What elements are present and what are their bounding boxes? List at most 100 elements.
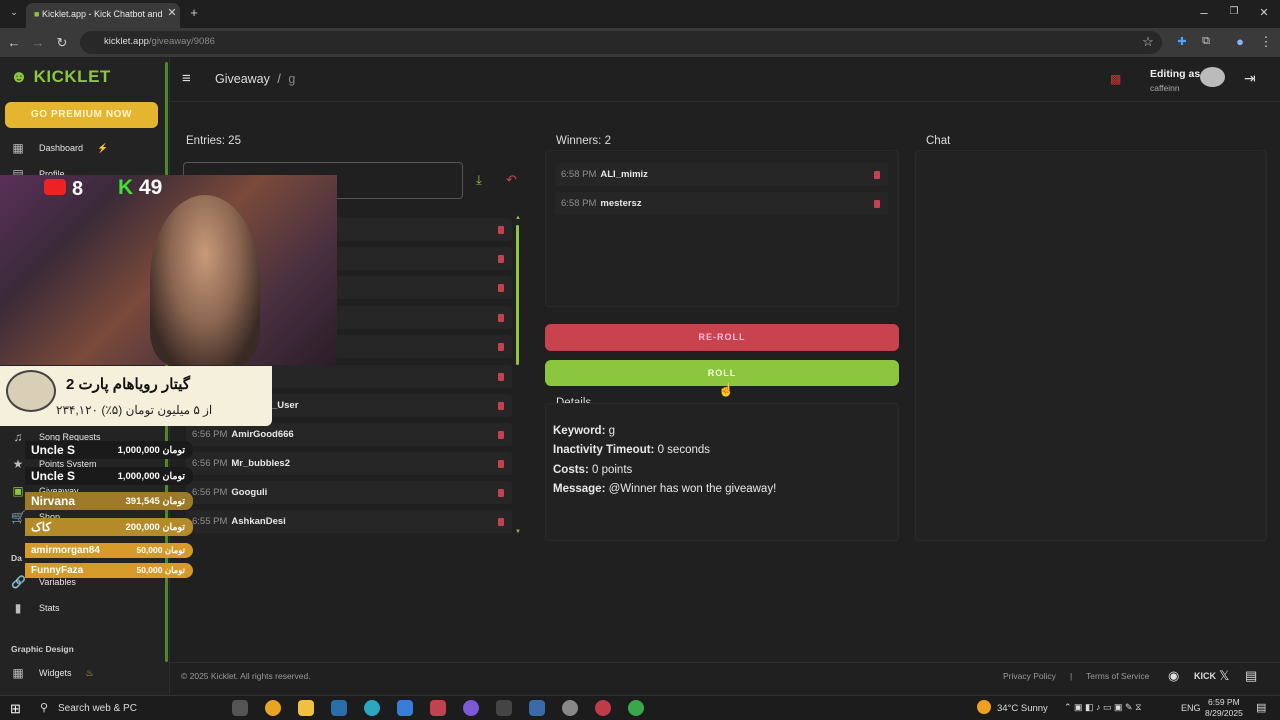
taskbar-search[interactable]: Search web & PC xyxy=(58,703,137,714)
entry-name: Mr_bubbles2 xyxy=(231,458,290,469)
audio-app-icon[interactable] xyxy=(496,700,512,716)
chrome-profile-icon[interactable] xyxy=(628,700,644,716)
music-icon: ♫ xyxy=(13,430,23,444)
docs-icon[interactable]: ▤ xyxy=(1245,668,1257,684)
donation-amount: 1,000,000 تومان xyxy=(117,444,185,456)
delete-icon[interactable] xyxy=(498,283,504,292)
entry-time: 6:55 PM xyxy=(192,516,228,527)
reload-icon[interactable]: ↻ xyxy=(54,35,70,51)
donation-amount: 50,000 تومان xyxy=(136,545,185,555)
sidebar-toggle-icon[interactable]: ≡ xyxy=(182,70,191,87)
extension-icon[interactable]: ✚ xyxy=(1174,35,1190,48)
delete-icon[interactable] xyxy=(498,313,504,322)
window-close-icon[interactable]: ✕ xyxy=(1256,6,1272,19)
sidebar-item-stats[interactable]: ▮ Stats xyxy=(11,600,60,616)
app-icon[interactable] xyxy=(463,700,479,716)
delete-icon[interactable] xyxy=(498,459,504,468)
file-explorer-icon[interactable] xyxy=(298,700,314,716)
forward-icon[interactable]: → xyxy=(30,35,46,50)
discord-icon[interactable]: ◉ xyxy=(1168,668,1179,684)
windows-start-icon[interactable]: ⊞ xyxy=(10,701,21,717)
stats-icon: ▮ xyxy=(14,601,22,615)
bolt-icon: ⚡ xyxy=(97,142,109,153)
delete-icon[interactable] xyxy=(498,342,504,351)
chrome-profile-icon[interactable] xyxy=(595,700,611,716)
detail-value: @Winner has won the giveaway! xyxy=(608,483,777,495)
logout-icon[interactable]: ⇥ xyxy=(1244,70,1256,87)
profile-avatar-icon[interactable]: ● xyxy=(1232,34,1248,49)
delete-icon[interactable] xyxy=(498,488,504,497)
entry-row: 6:56 PM Mr_bubbles2 xyxy=(186,452,512,475)
entry-time: 6:56 PM xyxy=(192,458,228,469)
app-icon[interactable] xyxy=(529,700,545,716)
reroll-button[interactable]: RE-ROLL xyxy=(545,324,899,351)
taskbar-search-icon[interactable]: ⚲ xyxy=(40,701,48,714)
app-icon[interactable] xyxy=(430,700,446,716)
entries-scrollbar[interactable] xyxy=(516,225,519,365)
user-avatar[interactable] xyxy=(1200,67,1225,87)
delete-icon[interactable] xyxy=(498,254,504,263)
donor-name: کاک xyxy=(31,520,52,534)
donation-amount: 200,000 تومان xyxy=(125,521,186,533)
language-flag-icon[interactable]: ▩ xyxy=(1110,72,1121,86)
tab-list-icon[interactable]: ⌄ xyxy=(6,7,22,18)
notifications-icon[interactable]: ▤ xyxy=(1256,701,1266,714)
delete-icon[interactable] xyxy=(498,430,504,439)
entry-row: 6:55 PM AshkanDesi xyxy=(186,510,512,533)
menu-kebab-icon[interactable]: ⋮ xyxy=(1258,34,1274,50)
kicklet-logo[interactable]: ☻ KICKLET xyxy=(10,67,111,87)
entry-name: Googuli xyxy=(231,487,268,498)
clock-date[interactable]: 8/29/2025 xyxy=(1205,708,1243,718)
task-view-icon[interactable] xyxy=(232,700,248,716)
browser-tab[interactable]: ■ Kicklet.app - Kick Chatbot and xyxy=(26,3,180,28)
bookmark-star-icon[interactable]: ☆ xyxy=(1140,34,1156,50)
undo-icon[interactable]: ↶ xyxy=(506,172,517,188)
steam-icon[interactable] xyxy=(331,700,347,716)
detail-value: g xyxy=(608,425,616,437)
new-tab-icon[interactable]: + xyxy=(186,5,202,20)
delete-icon[interactable] xyxy=(498,517,504,526)
tray-chevron-icon[interactable]: ⌃ ▣ ◧ ♪ ▭ ▣ ✎ ⧖ xyxy=(1064,702,1141,713)
delete-icon[interactable] xyxy=(874,170,880,179)
download-icon[interactable]: ⤓ xyxy=(476,172,482,188)
goal-progress: ۲۳۴,۱۲۰ از ۵ میلیون تومان (۵٪) xyxy=(56,403,213,417)
go-premium-button[interactable]: GO PREMIUM NOW xyxy=(5,102,158,128)
donation-row: Nirvana 391,545 تومان xyxy=(25,492,193,510)
detail-value: 0 points xyxy=(591,464,633,476)
language-indicator[interactable]: ENG xyxy=(1181,703,1201,713)
delete-icon[interactable] xyxy=(874,199,880,208)
chrome-icon[interactable] xyxy=(265,700,281,716)
delete-icon[interactable] xyxy=(498,225,504,234)
scroll-up-icon[interactable]: ▲ xyxy=(515,215,521,221)
extensions-puzzle-icon[interactable]: ⧉ xyxy=(1198,35,1214,48)
delete-icon[interactable] xyxy=(498,401,504,410)
winner-name: ALI_mimiz xyxy=(600,169,648,180)
star-icon: ★ xyxy=(12,457,24,471)
url-path: /giveaway/9086 xyxy=(148,36,215,47)
gift-icon: ▣ xyxy=(12,484,24,498)
entry-name: _User xyxy=(272,400,299,411)
address-bar[interactable]: kicklet.app/giveaway/9086 xyxy=(80,31,1162,54)
kick-icon[interactable]: KICK xyxy=(1194,671,1216,681)
scroll-down-icon[interactable]: ▼ xyxy=(515,529,521,535)
delete-icon[interactable] xyxy=(498,372,504,381)
clock-time[interactable]: 6:59 PM xyxy=(1208,697,1240,707)
terms-link[interactable]: Terms of Service xyxy=(1086,671,1149,681)
widgets-icon: ▦ xyxy=(12,666,24,680)
sidebar-item-widgets[interactable]: ▦ Widgets ♨ xyxy=(11,665,93,681)
link-icon: 🔗 xyxy=(11,575,26,589)
privacy-link[interactable]: Privacy Policy xyxy=(1003,671,1056,681)
restore-icon[interactable]: ❐ xyxy=(1226,6,1242,17)
chrome-active-icon[interactable] xyxy=(562,700,578,716)
sidebar-item-dashboard[interactable]: ▦ Dashboard ⚡ xyxy=(11,140,108,156)
weather-text[interactable]: 34°C Sunny xyxy=(997,703,1048,714)
back-icon[interactable]: ← xyxy=(6,35,22,50)
edge-icon[interactable] xyxy=(364,700,380,716)
app-icon[interactable] xyxy=(397,700,413,716)
winner-row: 6:58 PM mestersz xyxy=(555,192,888,215)
x-twitter-icon[interactable]: 𝕏 xyxy=(1219,668,1229,684)
chat-panel xyxy=(915,150,1267,541)
close-tab-icon[interactable]: ✕ xyxy=(164,6,180,19)
minimize-icon[interactable]: – xyxy=(1196,5,1212,20)
breadcrumb-giveaway[interactable]: Giveaway xyxy=(215,72,270,86)
